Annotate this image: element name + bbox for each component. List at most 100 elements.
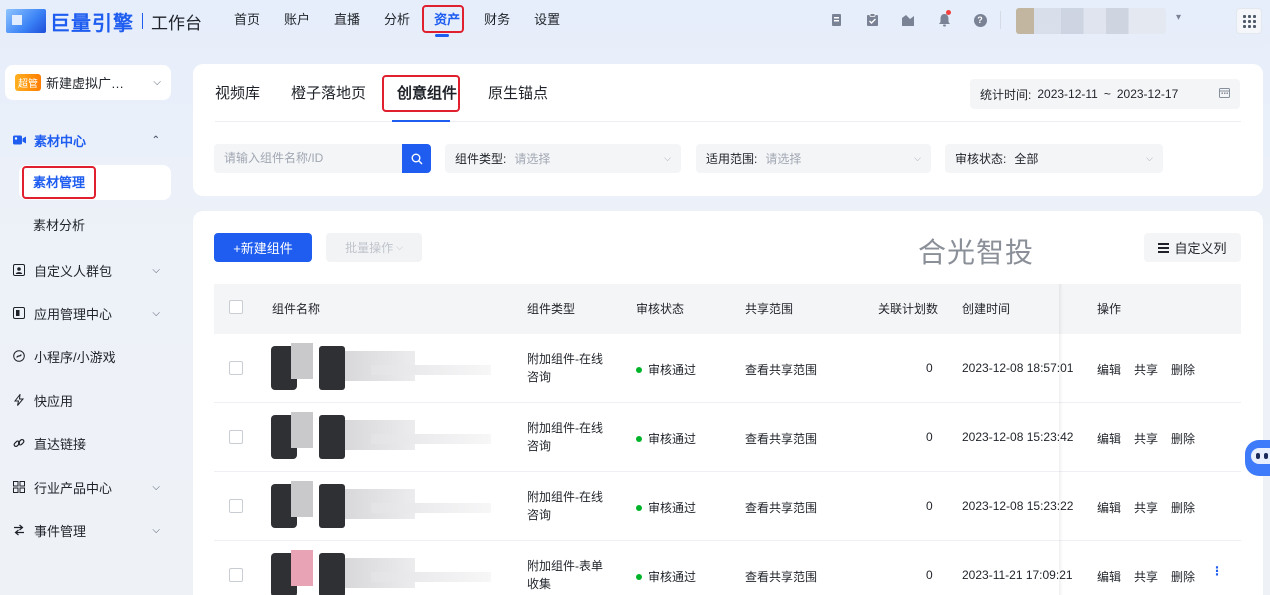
clipboard-icon[interactable] xyxy=(854,10,890,30)
component-thumbnail[interactable] xyxy=(271,412,497,460)
sidebar-item-label: 快应用 xyxy=(34,393,74,409)
sidebar-item-material-analysis[interactable]: 素材分析 xyxy=(33,210,85,242)
sidebar-item-app-management[interactable]: 应用管理中心 ⌵ xyxy=(12,297,170,329)
row-checkbox[interactable] xyxy=(229,568,243,582)
plan-count: 0 xyxy=(926,568,933,582)
filter-label: 适用范围: xyxy=(706,152,758,166)
doc-icon[interactable] xyxy=(818,10,854,30)
sidebar-item-label: 小程序/小游戏 xyxy=(34,349,116,365)
custom-columns-button[interactable]: 自定义列 xyxy=(1144,233,1241,262)
nav-home[interactable]: 首页 xyxy=(222,0,272,42)
search-button[interactable] xyxy=(402,144,431,173)
chart-icon[interactable] xyxy=(890,10,926,30)
row-checkbox[interactable] xyxy=(229,361,243,375)
chevron-down-icon: ⌵ xyxy=(153,77,161,88)
tab-landing-page[interactable]: 橙子落地页 xyxy=(291,80,366,108)
row-checkbox[interactable] xyxy=(229,499,243,513)
row-actions: 编辑 共享 删除 xyxy=(1097,361,1195,378)
help-icon[interactable]: ? xyxy=(962,10,998,30)
status-dot xyxy=(636,366,642,373)
delete-button[interactable]: 删除 xyxy=(1171,430,1195,447)
component-thumbnail[interactable] xyxy=(271,481,497,529)
edit-button[interactable]: 编辑 xyxy=(1097,361,1121,378)
sidebar-item-industry-products[interactable]: 行业产品中心 ⌵ xyxy=(12,471,170,503)
more-icon[interactable]: ⋮ xyxy=(1211,564,1223,578)
logo-divider xyxy=(142,13,143,29)
view-share-scope-link[interactable]: 查看共享范围 xyxy=(745,361,817,378)
view-share-scope-link[interactable]: 查看共享范围 xyxy=(745,430,817,447)
share-button[interactable]: 共享 xyxy=(1134,430,1158,447)
delete-button[interactable]: 删除 xyxy=(1171,568,1195,585)
tab-video-library[interactable]: 视频库 xyxy=(215,80,260,108)
sidebar-item-audience[interactable]: 自定义人群包 ⌵ xyxy=(12,254,170,286)
date-range-picker[interactable]: 统计时间: 2023-12-11 ~ 2023-12-17 xyxy=(970,79,1240,109)
status-text: 审核通过 xyxy=(648,501,697,515)
delete-button[interactable]: 删除 xyxy=(1171,361,1195,378)
component-thumbnail[interactable] xyxy=(271,343,497,391)
sidebar-item-direct-link[interactable]: 直达链接 xyxy=(12,427,170,459)
plan-count: 0 xyxy=(926,430,933,444)
fixed-column-shadow xyxy=(1059,284,1063,595)
sidebar-item-quickapp[interactable]: 快应用 xyxy=(12,384,170,416)
user-avatar[interactable] xyxy=(1016,8,1166,34)
bell-icon[interactable] xyxy=(926,10,962,30)
date-range-label: 统计时间: xyxy=(980,87,1032,102)
calendar-icon xyxy=(1219,87,1230,101)
search-input[interactable]: 请输入组件名称/ID xyxy=(214,144,402,173)
quickapp-icon xyxy=(12,393,26,407)
tab-native-anchor[interactable]: 原生锚点 xyxy=(488,80,548,108)
component-thumbnail[interactable] xyxy=(271,550,497,595)
app-icon xyxy=(12,306,26,320)
delete-button[interactable]: 删除 xyxy=(1171,499,1195,516)
nav-settings[interactable]: 设置 xyxy=(522,0,572,42)
share-button[interactable]: 共享 xyxy=(1134,361,1158,378)
notification-dot xyxy=(946,10,951,15)
status-dot xyxy=(636,573,642,580)
brand-watermark: 合光智投 xyxy=(918,237,1035,268)
edit-button[interactable]: 编辑 xyxy=(1097,430,1121,447)
batch-operation-button[interactable]: 批量操作 ⌵ xyxy=(326,233,422,262)
view-share-scope-link[interactable]: 查看共享范围 xyxy=(745,568,817,585)
column-header: 关联计划数 xyxy=(878,302,939,316)
sidebar-item-label: 直达链接 xyxy=(34,436,87,452)
review-status-select[interactable]: 审核状态: 全部 ⌵ xyxy=(945,144,1163,173)
account-name: 新建虚拟广… xyxy=(46,76,125,91)
status-text: 审核通过 xyxy=(648,432,697,446)
edit-button[interactable]: 编辑 xyxy=(1097,568,1121,585)
chevron-down-icon[interactable]: ▾ xyxy=(1176,12,1181,23)
new-component-button[interactable]: +新建组件 xyxy=(214,233,312,262)
logo[interactable]: 巨量引擎 工作台 xyxy=(6,8,202,35)
table-row: 附加组件-在线咨询 审核通过 查看共享范围 0 2023-12-08 15:23… xyxy=(214,472,1241,541)
nav-account[interactable]: 账户 xyxy=(272,0,322,42)
assistant-robot-icon[interactable] xyxy=(1243,434,1270,486)
account-switcher[interactable]: 超管 新建虚拟广… ⌵ xyxy=(5,65,171,100)
sidebar-item-miniprogram[interactable]: 小程序/小游戏 xyxy=(12,340,170,372)
nav-finance[interactable]: 财务 xyxy=(472,0,522,42)
nav-analysis[interactable]: 分析 xyxy=(372,0,422,42)
nav-live[interactable]: 直播 xyxy=(322,0,372,42)
search-icon xyxy=(411,153,422,164)
top-bar: 巨量引擎 工作台 首页 账户 直播 分析 资产 财务 设置 ? ▾ xyxy=(0,0,1270,42)
app-grid-button[interactable] xyxy=(1236,8,1262,34)
share-button[interactable]: 共享 xyxy=(1134,568,1158,585)
sidebar-item-event-management[interactable]: 事件管理 ⌵ xyxy=(12,514,170,546)
chevron-down-icon: ⌵ xyxy=(152,264,160,276)
link-icon xyxy=(12,436,26,450)
plan-count: 0 xyxy=(926,361,933,375)
brand-name: 巨量引擎 xyxy=(50,12,134,35)
component-type: 附加组件-表单收集 xyxy=(527,559,603,591)
nav-assets[interactable]: 资产 xyxy=(422,0,472,42)
scope-select[interactable]: 适用范围: 请选择 ⌵ xyxy=(696,144,931,173)
filter-label: 组件类型: xyxy=(455,152,507,166)
select-all-checkbox[interactable] xyxy=(229,300,243,314)
edit-button[interactable]: 编辑 xyxy=(1097,499,1121,516)
row-checkbox[interactable] xyxy=(229,430,243,444)
event-icon xyxy=(12,523,26,537)
component-type-select[interactable]: 组件类型: 请选择 ⌵ xyxy=(445,144,681,173)
share-button[interactable]: 共享 xyxy=(1134,499,1158,516)
view-share-scope-link[interactable]: 查看共享范围 xyxy=(745,499,817,516)
highlight-box xyxy=(422,5,465,33)
sidebar-item-material-center[interactable]: 素材中心 ⌃ xyxy=(12,124,170,156)
column-header: 创建时间 xyxy=(962,302,1011,316)
chevron-down-icon: ⌵ xyxy=(914,153,921,163)
